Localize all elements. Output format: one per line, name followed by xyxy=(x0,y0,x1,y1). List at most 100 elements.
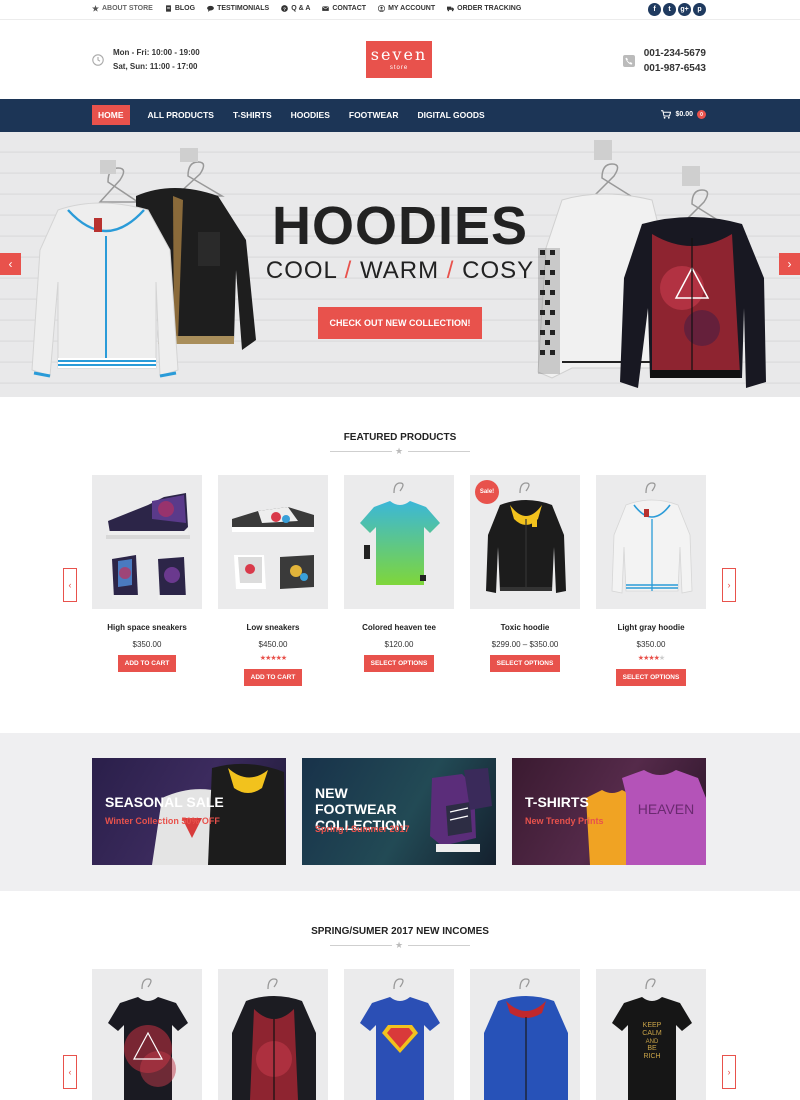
facebook-icon[interactable]: f xyxy=(648,3,661,16)
google-plus-icon[interactable]: g+ xyxy=(678,3,691,16)
hero-cta-button[interactable]: CHECK OUT NEW COLLECTION! xyxy=(318,307,482,339)
social-links: f t g+ p xyxy=(648,3,706,16)
hero-slider: HOODIES COOL / WARM / COSY CHECK OUT NEW… xyxy=(0,132,800,397)
user-icon xyxy=(378,5,386,12)
select-options-button[interactable]: SELECT OPTIONS xyxy=(489,655,561,672)
nav-item-t-shirts[interactable]: T-SHIRTS xyxy=(223,105,282,125)
top-link-label: Q & A xyxy=(291,5,311,12)
banner-t-shirts[interactable]: HEAVEN T-SHIRTS New Trendy Prints xyxy=(512,758,706,865)
product-image[interactable] xyxy=(92,475,202,609)
page: ABOUT STORE BLOG TESTIMONIALS ? Q & A CO… xyxy=(0,0,800,1100)
hero-subtitle-separator: / xyxy=(446,257,455,284)
galaxy-tshirt-image xyxy=(108,978,188,1100)
twitter-icon[interactable]: t xyxy=(663,3,676,16)
product-price: $450.00 xyxy=(258,640,288,649)
keep-calm-tshirt-image: KEEP CALM AND BE RICH xyxy=(612,978,692,1100)
product-image[interactable] xyxy=(92,969,202,1100)
opening-hours: Mon - Fri: 10:00 - 19:00 Sat, Sun: 11:00… xyxy=(92,46,200,74)
select-options-button[interactable]: SELECT OPTIONS xyxy=(363,655,435,672)
top-link-blog[interactable]: BLOG xyxy=(165,5,195,12)
svg-text:BE: BE xyxy=(647,1045,657,1052)
hero-prev-arrow-icon[interactable]: ‹ xyxy=(0,253,21,275)
banner-hoodie-image xyxy=(152,763,286,865)
nav-item-home[interactable]: HOME xyxy=(92,105,130,125)
product-price: $350.00 xyxy=(132,640,162,649)
product-card[interactable]: High space sneakers $350.00 ADD TO CART xyxy=(92,475,202,672)
top-link-my-account[interactable]: MY ACCOUNT xyxy=(378,5,435,12)
new-incomes-prev-arrow-icon[interactable]: ‹ xyxy=(63,1055,77,1089)
nav-item-digital-goods[interactable]: DIGITAL GOODS xyxy=(407,105,494,125)
product-image[interactable] xyxy=(218,475,328,609)
product-image[interactable]: Sale! xyxy=(470,475,580,609)
hero-hoodies-left-image xyxy=(31,148,256,378)
top-link-contact[interactable]: CONTACT xyxy=(322,5,366,12)
hero-subtitle-separator: / xyxy=(344,257,353,284)
product-image[interactable] xyxy=(344,969,454,1100)
svg-text:HEAVEN: HEAVEN xyxy=(638,801,695,817)
product-card[interactable]: KEEP CALM AND BE RICH xyxy=(596,969,706,1100)
product-name[interactable]: Low sneakers xyxy=(218,623,328,632)
phone-number-1[interactable]: 001-234-5679 xyxy=(644,46,706,61)
product-name[interactable]: Colored heaven tee xyxy=(344,623,454,632)
star-icon: ★ xyxy=(395,940,404,950)
hero-subtitle: COOL / WARM / COSY xyxy=(250,257,550,285)
product-card[interactable]: Sale! Toxic hoodie $299.00 – $350.00 SEL… xyxy=(470,475,580,672)
hero-title: HOODIES xyxy=(271,196,529,256)
add-to-cart-button[interactable]: ADD TO CART xyxy=(243,669,303,686)
featured-prev-arrow-icon[interactable]: ‹ xyxy=(63,568,77,602)
store-logo[interactable]: seven store xyxy=(366,41,432,78)
product-card[interactable] xyxy=(92,969,202,1100)
product-image[interactable] xyxy=(596,475,706,609)
top-link-label: ORDER TRACKING xyxy=(457,5,522,12)
hours-weekend: Sat, Sun: 11:00 - 17:00 xyxy=(113,62,198,71)
banner-subtitle: New Trendy Prints xyxy=(525,816,604,826)
top-link-about-store[interactable]: ABOUT STORE xyxy=(92,5,153,12)
product-image[interactable] xyxy=(218,969,328,1100)
pinterest-icon[interactable]: p xyxy=(693,3,706,16)
svg-text:CALM: CALM xyxy=(642,1030,662,1037)
phone-number-2[interactable]: 001-987-6543 xyxy=(644,61,706,76)
galaxy-hoodie-image xyxy=(232,978,316,1100)
phone-icon xyxy=(622,55,635,67)
nav-item-all-products[interactable]: ALL PRODUCTS xyxy=(138,105,224,125)
hero-next-arrow-icon[interactable]: › xyxy=(779,253,800,275)
speech-bubble-icon xyxy=(207,5,214,12)
product-card[interactable] xyxy=(344,969,454,1100)
featured-next-arrow-icon[interactable]: › xyxy=(722,568,736,602)
top-link-label: MY ACCOUNT xyxy=(388,5,436,12)
phone-numbers: 001-234-5679 001-987-6543 xyxy=(622,46,706,76)
product-image[interactable]: KEEP CALM AND BE RICH xyxy=(596,969,706,1100)
product-image[interactable] xyxy=(470,969,580,1100)
product-image[interactable] xyxy=(344,475,454,609)
top-link-qa[interactable]: ? Q & A xyxy=(281,5,310,12)
add-to-cart-button[interactable]: ADD TO CART xyxy=(117,655,177,672)
cart-widget[interactable]: $0.00 0 xyxy=(661,110,706,119)
product-name[interactable]: High space sneakers xyxy=(92,623,202,632)
product-price: $350.00 xyxy=(636,640,666,649)
top-link-testimonials[interactable]: TESTIMONIALS xyxy=(207,5,269,12)
product-card[interactable]: Low sneakers $450.00 ★★★★★ ADD TO CART xyxy=(218,475,328,686)
new-incomes-next-arrow-icon[interactable]: › xyxy=(722,1055,736,1089)
banner-seasonal-sale[interactable]: SEASONAL SALE Winter Collection 50% OFF xyxy=(92,758,286,865)
sneaker-image xyxy=(106,493,190,600)
banner-title: SEASONAL SALE xyxy=(105,794,224,810)
banner-subtitle: Winter Collection 50% OFF xyxy=(105,816,220,826)
product-card[interactable]: Light gray hoodie $350.00 ★★★★★ SELECT O… xyxy=(596,475,706,686)
nav-item-hoodies[interactable]: HOODIES xyxy=(281,105,340,125)
banner-tshirts-image: HEAVEN xyxy=(586,770,706,865)
promo-banners: SEASONAL SALE Winter Collection 50% OFF … xyxy=(0,733,800,891)
select-options-button[interactable]: SELECT OPTIONS xyxy=(615,669,687,686)
envelope-icon xyxy=(322,6,330,11)
nav-item-footwear[interactable]: FOOTWEAR xyxy=(339,105,409,125)
tshirt-image xyxy=(360,482,440,585)
product-card[interactable]: Colored heaven tee $120.00 SELECT OPTION… xyxy=(344,475,454,672)
banner-new-footwear[interactable]: NEW FOOTWEAR COLLECTION Spring / Summer … xyxy=(302,758,496,865)
product-name[interactable]: Toxic hoodie xyxy=(470,623,580,632)
new-incomes-title: SPRING/SUMER 2017 NEW INCOMES xyxy=(311,926,489,937)
logo-main-text: seven xyxy=(370,45,428,64)
top-link-order-tracking[interactable]: ORDER TRACKING xyxy=(447,5,521,12)
product-card[interactable] xyxy=(470,969,580,1100)
sale-badge: Sale! xyxy=(475,480,499,504)
product-card[interactable] xyxy=(218,969,328,1100)
product-name[interactable]: Light gray hoodie xyxy=(596,623,706,632)
